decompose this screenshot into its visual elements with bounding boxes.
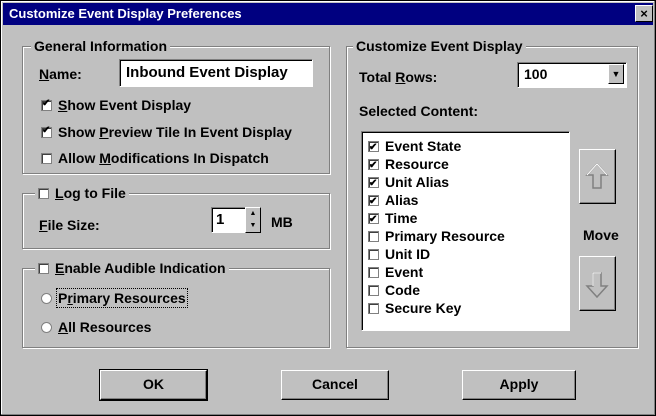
- cancel-button[interactable]: Cancel: [281, 370, 389, 400]
- checkbox-icon[interactable]: [368, 231, 379, 242]
- radio-icon[interactable]: [41, 293, 52, 304]
- customize-event-display-legend: Customize Event Display: [353, 38, 526, 54]
- file-size-input[interactable]: 1: [211, 207, 247, 233]
- list-item[interactable]: Unit Alias: [362, 173, 569, 193]
- checkbox-icon[interactable]: [41, 98, 52, 111]
- list-item[interactable]: Unit ID: [362, 245, 569, 263]
- close-button[interactable]: ×: [635, 5, 653, 22]
- list-item[interactable]: Event State: [362, 137, 569, 157]
- file-size-unit: MB: [271, 214, 293, 230]
- title-bar: Customize Event Display Preferences ×: [3, 3, 653, 25]
- list-item[interactable]: Code: [362, 281, 569, 299]
- checkbox-icon[interactable]: [368, 285, 379, 296]
- selected-content-label: Selected Content:: [359, 103, 479, 119]
- log-to-file-checkbox[interactable]: Log to File: [35, 185, 129, 201]
- list-item-label: Unit ID: [385, 246, 431, 262]
- list-item-label: Event State: [385, 138, 462, 154]
- chevron-down-icon[interactable]: ▼: [608, 64, 624, 84]
- list-item[interactable]: Time: [362, 209, 569, 229]
- list-item[interactable]: Event: [362, 263, 569, 281]
- list-item-label: Resource: [385, 156, 449, 172]
- checkbox-icon[interactable]: [41, 153, 52, 164]
- spin-down-icon[interactable]: ▼: [246, 220, 260, 232]
- checkbox-icon[interactable]: [368, 303, 379, 314]
- total-rows-select[interactable]: 100 ▼: [517, 62, 627, 88]
- selected-content-list[interactable]: Event State Resource Unit Alias Alias Time Pr…: [361, 131, 570, 331]
- window-title: Customize Event Display Preferences: [9, 6, 242, 21]
- move-down-button[interactable]: [579, 256, 616, 311]
- show-event-display-checkbox[interactable]: Show Event Display: [41, 97, 191, 113]
- checkbox-icon[interactable]: [368, 249, 379, 260]
- file-size-spinner[interactable]: ▲ ▼: [245, 207, 261, 233]
- dialog-window: Customize Event Display Preferences × Ge…: [0, 0, 656, 416]
- enable-audible-checkbox[interactable]: Enable Audible Indication: [35, 260, 229, 276]
- audible-indication-group: Enable Audible Indication: [22, 260, 330, 348]
- move-up-button[interactable]: [579, 149, 616, 204]
- arrow-up-icon: [585, 162, 609, 189]
- name-label: Name:: [39, 66, 82, 82]
- checkbox-icon[interactable]: [368, 211, 379, 229]
- file-size-label: File Size:: [39, 217, 100, 233]
- arrow-down-icon: [585, 272, 609, 299]
- spin-up-icon[interactable]: ▲: [246, 208, 260, 220]
- checkbox-icon[interactable]: [368, 139, 379, 157]
- checkbox-icon[interactable]: [368, 267, 379, 278]
- radio-icon[interactable]: [41, 322, 52, 333]
- all-resources-radio[interactable]: All Resources: [41, 319, 151, 335]
- move-label: Move: [583, 227, 619, 243]
- list-item[interactable]: Secure Key: [362, 299, 569, 317]
- list-item[interactable]: Alias: [362, 191, 569, 211]
- checkbox-icon[interactable]: [368, 175, 379, 193]
- apply-button[interactable]: Apply: [462, 370, 576, 400]
- allow-modifications-checkbox[interactable]: Allow Modifications In Dispatch: [41, 150, 269, 166]
- total-rows-value: 100: [524, 66, 548, 82]
- ok-button[interactable]: OK: [99, 369, 208, 401]
- list-item-label: Event: [385, 264, 424, 280]
- total-rows-label: Total Rows:: [359, 69, 438, 85]
- general-information-legend: General Information: [31, 38, 171, 54]
- show-preview-tile-checkbox[interactable]: Show Preview Tile In Event Display: [41, 124, 292, 140]
- list-item-label: Secure Key: [385, 300, 462, 316]
- list-item-label: Unit Alias: [385, 174, 450, 190]
- checkbox-icon[interactable]: [368, 193, 379, 211]
- list-item-label: Time: [385, 210, 418, 226]
- list-item-label: Primary Resource: [385, 228, 505, 244]
- list-item[interactable]: Primary Resource: [362, 227, 569, 245]
- list-item-label: Alias: [385, 192, 419, 208]
- checkbox-icon[interactable]: [38, 263, 49, 274]
- primary-resources-radio[interactable]: Primary Resources: [41, 288, 188, 308]
- list-item-label: Code: [385, 282, 420, 298]
- name-input[interactable]: Inbound Event Display: [119, 59, 313, 87]
- checkbox-icon[interactable]: [41, 125, 52, 138]
- list-item[interactable]: Resource: [362, 155, 569, 175]
- checkbox-icon[interactable]: [38, 188, 49, 199]
- checkbox-icon[interactable]: [368, 157, 379, 175]
